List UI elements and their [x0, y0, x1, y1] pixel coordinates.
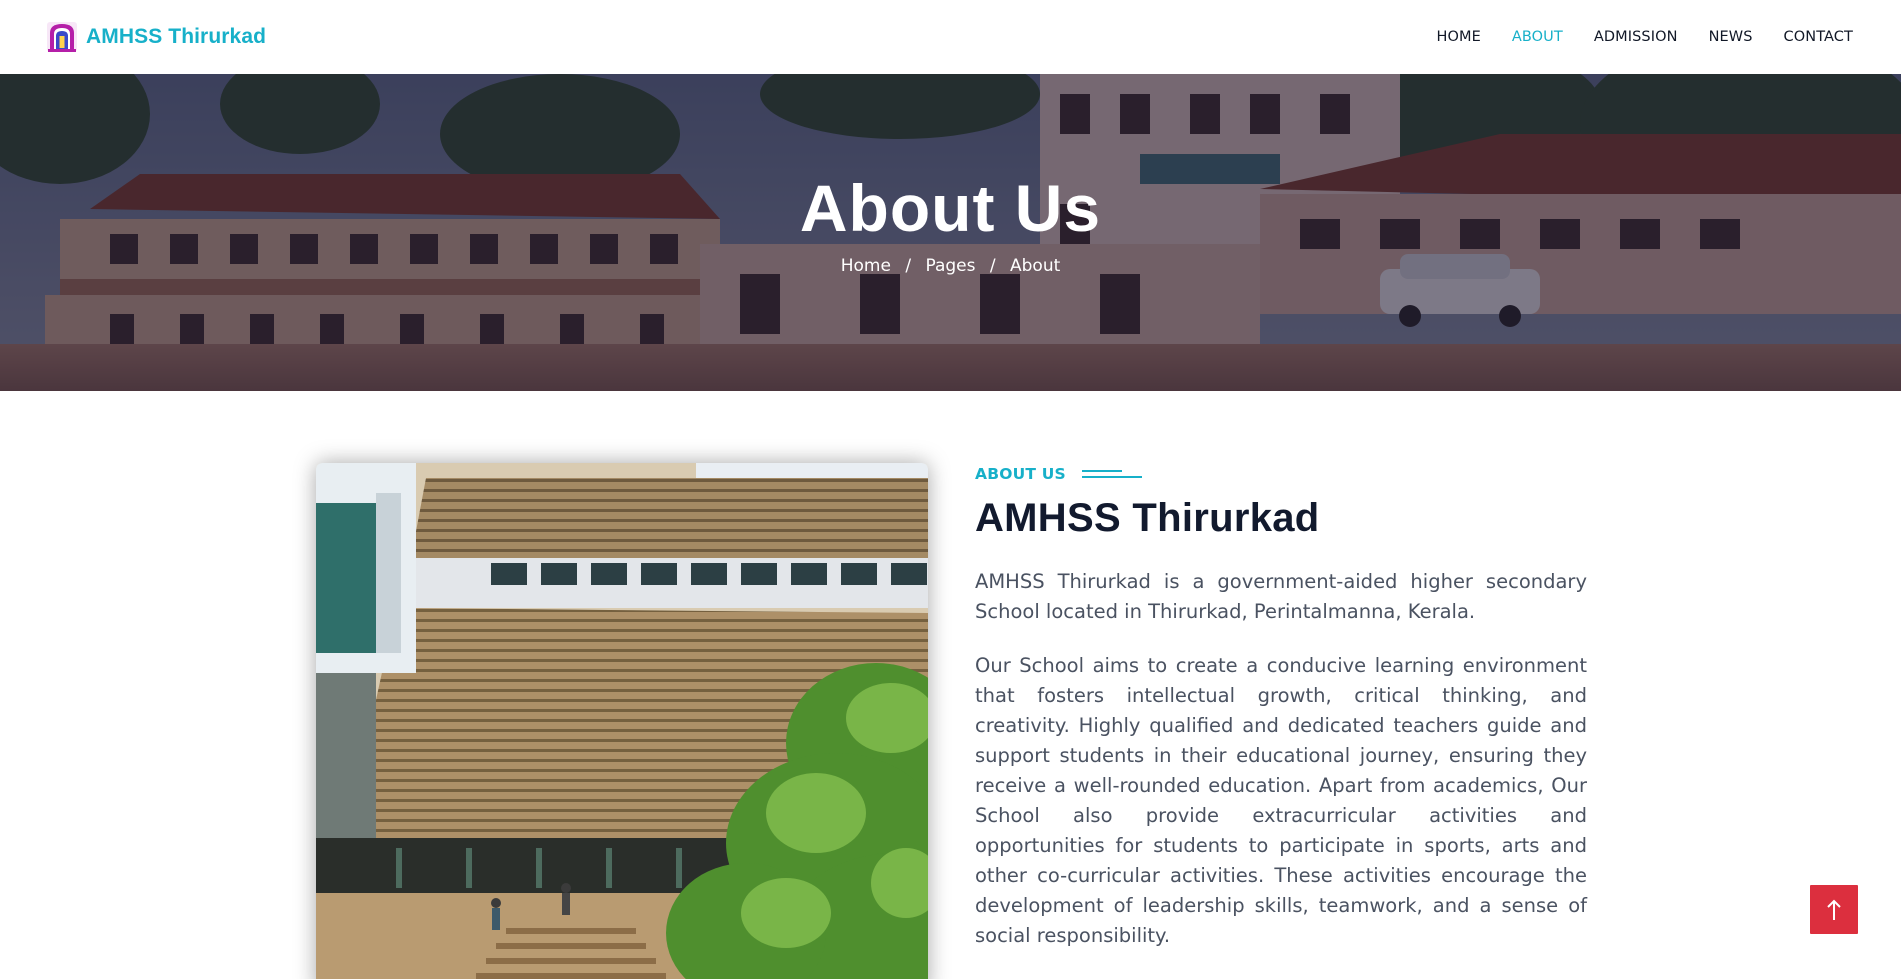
back-to-top-button[interactable] — [1810, 885, 1858, 934]
main-nav: HOME ABOUT ADMISSION NEWS CONTACT — [1405, 29, 1853, 45]
breadcrumb-pages[interactable]: Pages — [925, 256, 975, 276]
breadcrumb-separator: / — [905, 256, 912, 276]
nav-home[interactable]: HOME — [1436, 29, 1480, 45]
about-paragraph: Our School aims to create a conducive le… — [975, 654, 1587, 947]
breadcrumb-current: About — [1010, 256, 1061, 276]
breadcrumb: Home / Pages / About — [0, 256, 1901, 276]
brand-name: AMHSS Thirurkad — [86, 25, 267, 48]
about-heading: AMHSS Thirurkad — [975, 496, 1320, 540]
section-eyebrow: ABOUT US — [975, 463, 1587, 485]
nav-news[interactable]: NEWS — [1709, 29, 1753, 45]
about-image-frame — [316, 463, 928, 979]
eyebrow-divider — [1081, 468, 1142, 480]
navbar: AMHSS Thirurkad HOME ABOUT ADMISSION NEW… — [0, 0, 1901, 74]
nav-about[interactable]: ABOUT — [1512, 29, 1563, 45]
nav-admission[interactable]: ADMISSION — [1594, 29, 1678, 45]
eyebrow-label: ABOUT US — [975, 465, 1066, 483]
nav-contact[interactable]: CONTACT — [1784, 29, 1853, 45]
about-paragraph: AMHSS Thirurkad is a government-aided hi… — [975, 570, 1587, 623]
breadcrumb-home[interactable]: Home — [841, 256, 891, 276]
page-hero: About Us Home / Pages / About — [0, 74, 1901, 391]
school-logo-icon — [47, 22, 77, 52]
breadcrumb-separator: / — [989, 256, 996, 276]
about-section: ABOUT US AMHSS Thirurkad AMHSS Thirurkad… — [975, 463, 1587, 951]
brand-link[interactable]: AMHSS Thirurkad — [46, 21, 266, 53]
school-building-photo — [316, 463, 928, 979]
arrow-up-icon — [1827, 899, 1841, 920]
page-title: About Us — [799, 171, 1102, 245]
